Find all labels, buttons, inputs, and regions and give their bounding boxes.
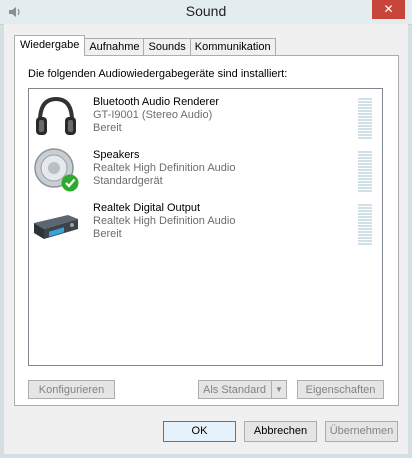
list-item[interactable]: Speakers Realtek High Definition Audio S… xyxy=(29,146,382,198)
device-name: Speakers xyxy=(93,149,140,161)
speaker-icon xyxy=(34,148,79,192)
window-title: Sound xyxy=(185,3,227,19)
device-status: Bereit xyxy=(93,122,122,134)
device-status: Standardgerät xyxy=(93,175,163,187)
set-default-label: Als Standard xyxy=(203,384,266,396)
tab-wiedergabe[interactable]: Wiedergabe xyxy=(14,35,86,56)
dialog-client: Wiedergabe Aufnahme Sounds Kommunikation… xyxy=(4,24,408,454)
configure-button[interactable]: Konfigurieren xyxy=(28,380,115,399)
device-text: Speakers Realtek High Definition Audio S… xyxy=(93,149,235,188)
panel-description: Die folgenden Audiowiedergabegeräte sind… xyxy=(28,68,288,80)
close-button[interactable]: ✕ xyxy=(372,0,405,19)
list-item[interactable]: Realtek Digital Output Realtek High Defi… xyxy=(29,199,382,251)
title-bar: Sound ✕ xyxy=(0,0,412,25)
volume-meter xyxy=(358,98,372,140)
digital-output-icon xyxy=(34,215,78,239)
headphones-icon xyxy=(36,96,76,135)
set-default-button[interactable]: Als Standard ▼ xyxy=(198,380,287,399)
close-icon[interactable]: ✕ xyxy=(383,2,393,16)
volume-meter xyxy=(358,151,372,193)
ok-button[interactable]: OK xyxy=(163,421,236,442)
tab-aufnahme[interactable]: Aufnahme xyxy=(85,38,145,56)
device-name: Realtek Digital Output xyxy=(93,202,200,214)
list-item[interactable]: Bluetooth Audio Renderer GT-I9001 (Stere… xyxy=(29,93,382,145)
device-text: Realtek Digital Output Realtek High Defi… xyxy=(93,202,235,241)
device-name: Bluetooth Audio Renderer xyxy=(93,96,219,108)
cancel-button[interactable]: Abbrechen xyxy=(244,421,317,442)
device-text: Bluetooth Audio Renderer GT-I9001 (Stere… xyxy=(93,96,219,135)
device-driver: Realtek High Definition Audio xyxy=(93,162,236,174)
properties-button[interactable]: Eigenschaften xyxy=(297,380,384,399)
tab-kommunikation[interactable]: Kommunikation xyxy=(190,38,276,56)
tab-sounds[interactable]: Sounds xyxy=(144,38,191,56)
default-check-icon xyxy=(61,174,79,192)
tab-strip: Wiedergabe Aufnahme Sounds Kommunikation xyxy=(14,35,276,56)
apply-button[interactable]: Übernehmen xyxy=(325,421,398,442)
device-list[interactable]: Bluetooth Audio Renderer GT-I9001 (Stere… xyxy=(28,88,383,366)
device-status: Bereit xyxy=(93,228,122,240)
chevron-down-icon[interactable]: ▼ xyxy=(271,381,286,398)
device-driver: GT-I9001 (Stereo Audio) xyxy=(93,109,213,121)
device-driver: Realtek High Definition Audio xyxy=(93,215,236,227)
tab-panel: Die folgenden Audiowiedergabegeräte sind… xyxy=(14,55,399,406)
volume-meter xyxy=(358,204,372,246)
